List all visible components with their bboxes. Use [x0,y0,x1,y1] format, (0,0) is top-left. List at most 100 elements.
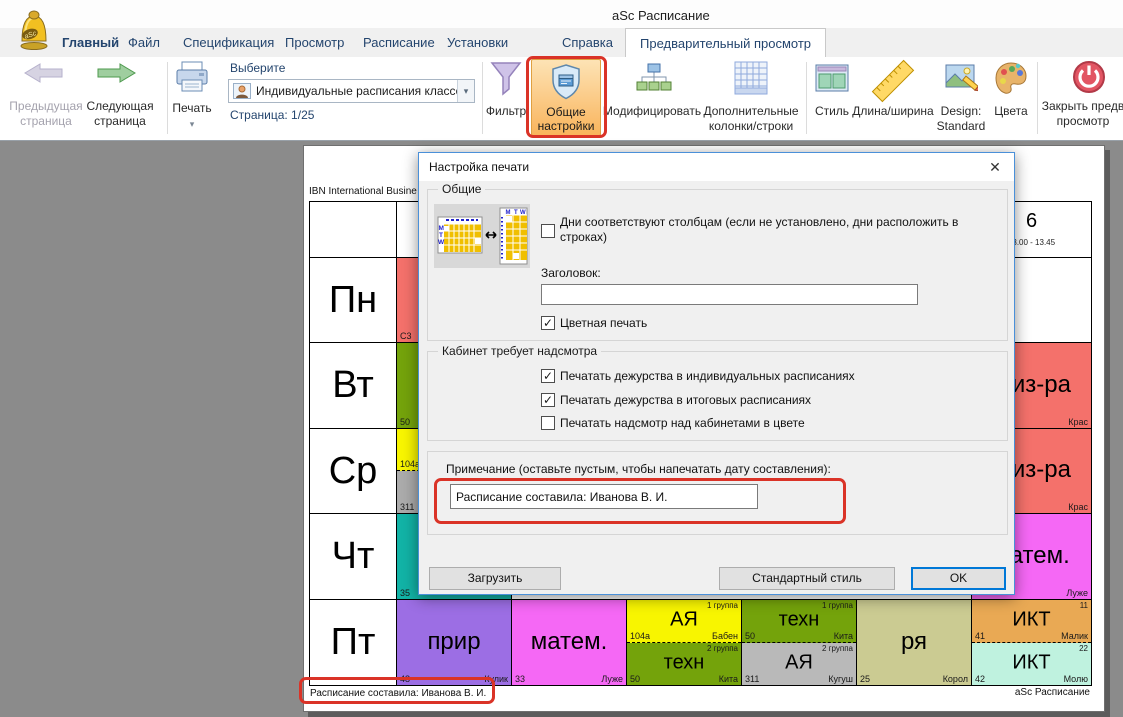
svg-text:T: T [514,210,518,216]
teacher-label: Луже [1066,588,1088,598]
menu-bar: Главный Файл Спецификация Просмотр Распи… [0,28,1123,57]
school-name: IBN International Busine [309,186,417,197]
filter-button[interactable]: Фильтр [477,104,535,119]
design-picture-icon[interactable] [944,61,978,95]
group-label: 2 группа [707,644,738,653]
asc-bell-logo-icon[interactable]: aSc [14,8,54,50]
previous-page-arrow-icon[interactable] [22,62,64,84]
group-general-label: Общие [438,182,485,196]
days-as-columns-checkbox[interactable] [541,224,555,238]
day-tue: Вт [309,342,397,429]
group-general: Общие M T W [427,189,1008,341]
menu-file[interactable]: Файл [128,35,160,50]
page-footer-note: Расписание составила: Иванова В. И. [310,688,486,699]
extra-columns-button[interactable]: Дополнительные колонки/строки [700,104,802,134]
day-wed: Ср [309,428,397,514]
subject-label: ря [857,627,971,655]
menu-specification[interactable]: Спецификация [183,35,274,50]
menu-help[interactable]: Справка [562,35,613,50]
subject-label: техн [627,651,741,674]
length-width-ruler-icon[interactable] [868,59,918,103]
room-label: 35 [400,588,410,598]
general-settings-label: Общие настройки [532,105,600,133]
next-page-button[interactable]: Следующая страница [74,99,166,129]
dialog-title: Настройка печати [429,160,529,174]
room-label: 50 [400,417,410,427]
duty-summary-label: Печатать дежурства в итоговых расписания… [560,393,811,408]
note-label: Примечание (оставьте пустым, чтобы напеч… [446,462,831,477]
print-button[interactable]: Печать [168,101,216,116]
fri-lesson6-group2: ИКТ 22 42 Молю [972,643,1091,686]
supervision-color-checkbox[interactable] [541,416,555,430]
room-label: 25 [860,674,870,684]
teacher-label: Кулик [484,674,508,684]
days-orientation-illustration: M T W M T W [434,204,530,268]
design-standard-button[interactable]: Design: Standard [930,104,992,134]
standard-style-button[interactable]: Стандартный стиль [719,567,895,590]
general-settings-button[interactable]: Общие настройки [531,59,601,136]
dialog-close-icon[interactable]: ✕ [984,157,1006,177]
header-input[interactable] [541,284,918,305]
subject-label: матем. [512,627,626,655]
room-label: 41 [975,631,985,641]
menu-settings[interactable]: Установки [447,35,508,50]
close-preview-power-icon[interactable] [1071,59,1107,95]
tab-print-preview[interactable]: Предварительный просмотр [625,28,826,57]
menu-glavny[interactable]: Главный [62,35,119,50]
modify-hierarchy-icon[interactable] [636,62,672,94]
fri-lesson4-group1: техн 1 группа 50 Кита [742,600,856,643]
page-indicator: Страница: 1/25 [230,108,314,123]
teacher-label: Кугуш [828,674,853,684]
group-supervision: Кабинет требует надсмотра ✓ Печатать деж… [427,351,1008,441]
close-preview-button[interactable]: Закрыть предв просмотр [1040,99,1123,129]
supervision-color-label: Печатать надсмотр над кабинетами в цвете [560,416,805,431]
color-print-checkbox[interactable]: ✓ [541,316,555,330]
group-label: 2 группа [822,644,853,653]
filter-funnel-icon[interactable] [489,61,523,101]
load-button[interactable]: Загрузить [429,567,561,590]
duty-individual-label: Печатать дежурства в индивидуальных расп… [560,369,855,384]
next-page-arrow-icon[interactable] [96,62,138,84]
duty-individual-checkbox[interactable]: ✓ [541,369,555,383]
fri-lesson1-cell: прир 48 Кулик [396,599,512,686]
room-label: 104а [630,631,650,641]
report-type-combobox[interactable]: Индивидуальные расписания классов ▾ [228,79,475,103]
teacher-label: Кита [719,674,738,684]
svg-text:T: T [439,232,443,239]
teacher-label: Луже [601,674,623,684]
menu-timetable[interactable]: Расписание [363,35,435,50]
fri-lesson3-group1: АЯ 1 группа 104а Бабен [627,600,741,643]
subject-label: ИКТ [972,651,1091,674]
menu-view[interactable]: Просмотр [285,35,344,50]
room-label: 311 [745,674,759,684]
fri-lesson4-group2: АЯ 2 группа 311 Кугуш [742,643,856,686]
combo-dropdown-arrow-icon[interactable]: ▾ [457,80,474,102]
group-label: 22 [1079,644,1088,653]
extra-columns-grid-icon[interactable] [733,60,769,96]
print-icon[interactable] [174,60,210,94]
dialog-titlebar[interactable]: Настройка печати ✕ [419,153,1014,181]
teacher-label: Малик [1061,631,1088,641]
select-label: Выберите [230,61,285,76]
colors-palette-icon[interactable] [994,61,1028,95]
room-label: 50 [630,674,640,684]
window-titlebar: aSc Расписание [0,0,1123,28]
days-as-columns-label: Дни соответствуют столбцам (если не уста… [560,215,960,245]
page-footer-brand: aSc Расписание [1015,687,1090,698]
day-fri: Пт [309,599,397,686]
room-label: 50 [745,631,755,641]
teacher-label: Бабен [712,631,738,641]
length-width-button[interactable]: Длина/ширина [846,104,940,119]
day-mon: Пн [309,257,397,343]
group-label: 1 группа [707,601,738,610]
duty-summary-checkbox[interactable]: ✓ [541,393,555,407]
subject-label: прир [397,627,511,655]
colors-button[interactable]: Цвета [986,104,1036,119]
table-corner-cell [309,201,397,258]
print-dropdown-caret-icon[interactable]: ▾ [184,117,200,132]
window-title: aSc Расписание [612,8,710,23]
ok-button[interactable]: OK [911,567,1006,590]
modify-button[interactable]: Модифицировать [596,104,708,119]
note-input[interactable] [450,484,758,509]
style-window-icon[interactable] [814,63,850,93]
